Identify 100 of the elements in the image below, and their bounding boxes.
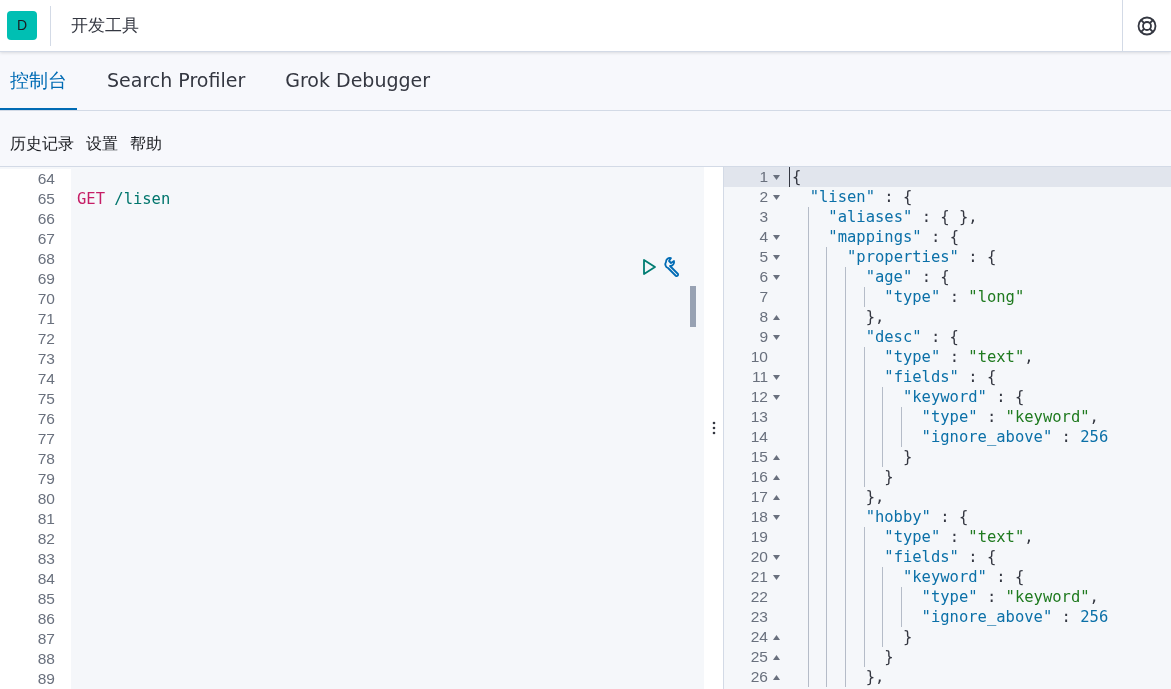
line-number: 21 bbox=[750, 567, 768, 587]
line-number: 88 bbox=[36, 649, 56, 669]
code-line: "lisen" : { bbox=[809, 188, 913, 206]
line-number: 85 bbox=[36, 589, 56, 609]
fold-toggle-icon[interactable] bbox=[773, 174, 780, 180]
line-number: 74 bbox=[36, 369, 56, 389]
line-number: 11 bbox=[751, 367, 768, 387]
line-number: 87 bbox=[36, 629, 56, 649]
code-line: "mappings" : { bbox=[828, 228, 959, 246]
line-number: 13 bbox=[750, 407, 768, 427]
line-number: 19 bbox=[750, 527, 768, 547]
fold-end-icon[interactable] bbox=[773, 634, 780, 640]
code-line: "age" : { bbox=[865, 268, 950, 286]
line-number: 86 bbox=[36, 609, 56, 629]
code-line: "keyword" : { bbox=[902, 388, 1025, 406]
fold-end-icon[interactable] bbox=[773, 494, 780, 500]
line-number: 23 bbox=[750, 607, 768, 627]
line-number: 75 bbox=[36, 389, 56, 409]
fold-end-icon[interactable] bbox=[773, 454, 780, 460]
line-number: 5 bbox=[759, 247, 768, 267]
line-number: 77 bbox=[36, 429, 56, 449]
line-number: 7 bbox=[759, 287, 768, 307]
code-line: "keyword" : { bbox=[902, 568, 1025, 586]
line-number: 69 bbox=[36, 269, 56, 289]
line-number: 89 bbox=[36, 669, 56, 689]
code-line: "type" : "keyword", bbox=[921, 588, 1099, 606]
code-line: "fields" : { bbox=[884, 548, 997, 566]
fold-end-icon[interactable] bbox=[773, 674, 780, 680]
code-line: "ignore_above" : 256 bbox=[921, 608, 1109, 626]
line-number: 73 bbox=[36, 349, 56, 369]
line-number: 20 bbox=[750, 547, 768, 567]
line-number: 8 bbox=[759, 307, 768, 327]
fold-end-icon[interactable] bbox=[773, 314, 780, 320]
scrollbar-thumb[interactable] bbox=[690, 286, 696, 327]
code-line: "hobby" : { bbox=[865, 508, 969, 526]
line-number: 80 bbox=[36, 489, 56, 509]
fold-toggle-icon[interactable] bbox=[773, 574, 780, 580]
play-icon[interactable] bbox=[641, 258, 657, 276]
line-number: 26 bbox=[750, 667, 768, 687]
fold-toggle-icon[interactable] bbox=[773, 554, 780, 560]
fold-toggle-icon[interactable] bbox=[773, 254, 780, 260]
app-logo[interactable]: D bbox=[7, 11, 37, 40]
fold-toggle-icon[interactable] bbox=[773, 234, 780, 240]
line-number: 83 bbox=[36, 549, 56, 569]
line-number: 81 bbox=[36, 509, 56, 529]
line-number: 72 bbox=[36, 329, 56, 349]
code-line: } bbox=[884, 648, 894, 666]
code-line: } bbox=[902, 448, 913, 466]
line-number: 3 bbox=[759, 207, 768, 227]
code-line: GET /lisen bbox=[77, 190, 171, 208]
help-icon[interactable] bbox=[1136, 14, 1158, 37]
tab[interactable]: Grok Debugger bbox=[275, 52, 441, 110]
line-number: 4 bbox=[759, 227, 768, 247]
menu-link[interactable]: 历史记录 bbox=[10, 131, 74, 156]
line-number: 66 bbox=[36, 209, 56, 229]
code-line: } bbox=[902, 628, 913, 646]
fold-end-icon[interactable] bbox=[773, 654, 780, 660]
fold-toggle-icon[interactable] bbox=[773, 394, 780, 400]
code-line: "type" : "long" bbox=[884, 288, 1025, 306]
code-line: "aliases" : { }, bbox=[828, 208, 978, 226]
line-number: 25 bbox=[750, 647, 768, 667]
line-number: 16 bbox=[750, 467, 768, 487]
fold-toggle-icon[interactable] bbox=[773, 274, 780, 280]
menu-link[interactable]: 帮助 bbox=[130, 131, 162, 156]
request-editor[interactable]: 64 65 66 67 68 69 70 71 72 73 74 75 76 77 78 79 80 81 82 83 84 85 86 87 88 89 GET /lisen bbox=[0, 167, 704, 689]
line-number: 10 bbox=[750, 347, 768, 367]
line-number: 1 bbox=[759, 167, 768, 187]
menu-link[interactable]: 设置 bbox=[86, 131, 118, 156]
fold-toggle-icon[interactable] bbox=[773, 194, 780, 200]
line-number: 15 bbox=[750, 447, 768, 467]
tab[interactable]: Search Profiler bbox=[97, 52, 256, 110]
line-number: 84 bbox=[36, 569, 56, 589]
line-number: 79 bbox=[36, 469, 56, 489]
fold-end-icon[interactable] bbox=[773, 474, 780, 480]
line-number: 18 bbox=[750, 507, 768, 527]
fold-toggle-icon[interactable] bbox=[773, 334, 780, 340]
code-line: "type" : "text", bbox=[884, 528, 1034, 546]
line-number: 68 bbox=[36, 249, 56, 269]
line-number: 71 bbox=[36, 309, 56, 329]
line-number: 17 bbox=[750, 487, 768, 507]
code-line: "fields" : { bbox=[884, 368, 997, 386]
code-line: } bbox=[884, 468, 894, 486]
line-number: 24 bbox=[750, 627, 768, 647]
line-number: 67 bbox=[36, 229, 56, 249]
fold-toggle-icon[interactable] bbox=[773, 514, 780, 520]
line-number: 14 bbox=[750, 427, 768, 447]
line-number: 12 bbox=[750, 387, 768, 407]
line-number: 76 bbox=[36, 409, 56, 429]
code-line: "desc" : { bbox=[865, 328, 959, 346]
code-line: }, bbox=[865, 488, 885, 506]
code-line: }, bbox=[865, 668, 885, 686]
line-number: 64 bbox=[36, 169, 56, 189]
resize-handle-icon[interactable] bbox=[711, 421, 716, 435]
code-line: "type" : "keyword", bbox=[921, 408, 1099, 426]
fold-toggle-icon[interactable] bbox=[773, 374, 780, 380]
page-title: 开发工具 bbox=[71, 13, 139, 37]
line-number: 2 bbox=[759, 187, 768, 207]
code-line: "properties" : { bbox=[846, 248, 997, 266]
code-line: "type" : "text", bbox=[884, 348, 1034, 366]
line-number: 6 bbox=[759, 267, 768, 287]
